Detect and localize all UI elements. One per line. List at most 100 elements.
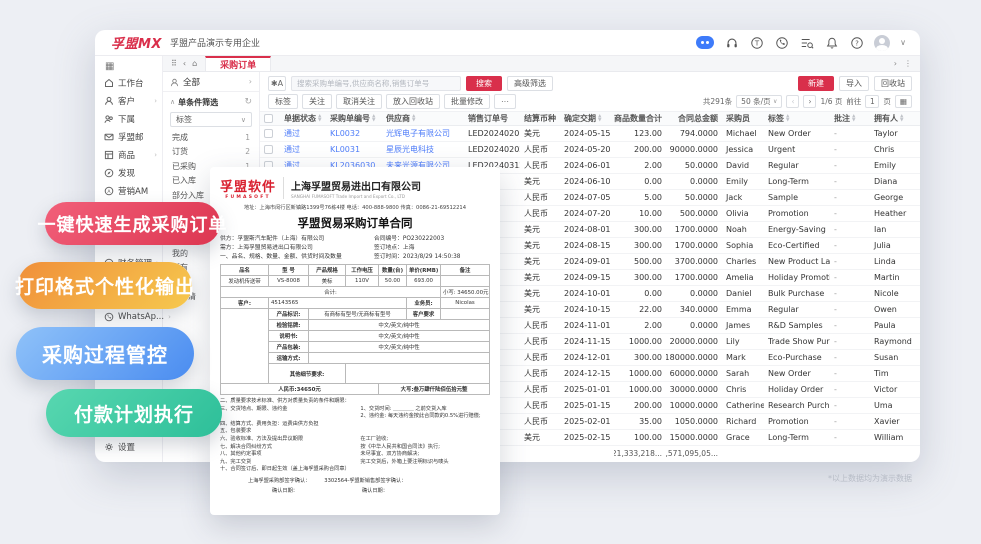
column-header[interactable]: 确定交期 ▲ ▼	[560, 113, 614, 124]
contract-clauses: 二、质量要求技术标准、供方对质量负责的条件和期限： 三、交货地点、期限、违约金 1、…	[220, 398, 490, 474]
cell-value[interactable]: 光辉电子有限公司	[386, 128, 450, 139]
cell-value[interactable]: KL0031	[330, 145, 360, 154]
column-header[interactable]	[260, 114, 280, 123]
column-header-label: 销售订单号	[468, 114, 508, 123]
cell-value[interactable]: KL0032	[330, 129, 360, 138]
search-list-icon[interactable]	[799, 35, 814, 50]
import-button[interactable]: 导入	[839, 76, 869, 91]
tab-scroll-right-icon[interactable]: ›	[894, 59, 897, 68]
assistant-icon[interactable]	[696, 36, 715, 49]
back-icon[interactable]: ‹	[183, 59, 186, 68]
cell-value[interactable]: 通过	[284, 128, 300, 139]
scope-selector[interactable]: 全部 ›	[163, 72, 259, 92]
sort-icon[interactable]: ▲ ▼	[598, 114, 601, 122]
action-button[interactable]: 关注	[302, 94, 332, 109]
column-header[interactable]: 拥有人 ▲ ▼	[870, 113, 915, 124]
cell-buyer: Charles	[722, 257, 764, 266]
select-all-checkbox[interactable]	[264, 114, 273, 123]
home-icon[interactable]: ⌂	[192, 59, 197, 68]
sort-icon[interactable]: ▲ ▼	[318, 114, 321, 122]
filter-type-select[interactable]: 标签 ∨	[170, 112, 252, 127]
sort-icon[interactable]: ▲ ▼	[786, 114, 789, 122]
sort-icon[interactable]: ▲ ▼	[852, 114, 855, 122]
bell-icon[interactable]	[824, 35, 839, 50]
topbar-icons: T ? ∨	[696, 34, 906, 51]
sidebar-item-settings[interactable]: 设置	[95, 438, 162, 456]
sidebar-item-3[interactable]: 孚盟邮	[95, 128, 162, 146]
recycle-bin-button[interactable]: 回收站	[874, 76, 912, 91]
sidebar-item-4[interactable]: 商品 ›	[95, 146, 162, 164]
column-header[interactable]: 销售订单号	[464, 113, 520, 124]
sort-icon[interactable]: ▲ ▼	[412, 114, 415, 122]
action-button[interactable]: 标签	[268, 94, 298, 109]
cell-remark: -	[830, 225, 870, 234]
column-header[interactable]: 单据状态 ▲ ▼	[280, 113, 326, 124]
reset-filter-icon[interactable]: ↻	[244, 97, 252, 107]
column-settings-icon[interactable]: ▦	[894, 95, 912, 108]
cell-value[interactable]: 通过	[284, 144, 300, 155]
whatsapp-icon[interactable]	[774, 35, 789, 50]
headset-icon[interactable]	[724, 35, 739, 50]
row-checkbox[interactable]	[264, 129, 273, 138]
action-button[interactable]: 取消关注	[336, 94, 382, 109]
cell-value: 2024-11-01	[564, 321, 611, 330]
action-button[interactable]: 批量修改	[444, 94, 490, 109]
sort-icon[interactable]: ▲ ▼	[900, 114, 903, 122]
search-input[interactable]: 搜索采购单编号,供应商名称,销售订单号	[291, 76, 461, 91]
column-header[interactable]: 批注 ▲ ▼	[830, 113, 870, 124]
filter-item-label: 部分入库	[172, 190, 204, 200]
tab-purchase-order[interactable]: 采购订单	[205, 56, 272, 71]
task-icon[interactable]: T	[749, 35, 764, 50]
filter-item[interactable]: 完成 1	[163, 130, 259, 145]
sidebar-item-13[interactable]: WhatsAp... ›	[95, 308, 171, 326]
filter-item[interactable]: 订货 2	[163, 145, 259, 160]
column-header[interactable]: 供应商 ▲ ▼	[382, 113, 464, 124]
table-row[interactable]: 通过 KL0032 光辉电子有限公司 LED20240201 美元 2024-05-15 1…	[260, 126, 920, 142]
table-row[interactable]: 通过 KL0031 星辰光电科技 LED20240202 人民币 2024-05-20 20…	[260, 142, 920, 158]
page-size-select[interactable]: 50 条/页 ∨	[736, 95, 783, 108]
cell-value: 2024-09-01	[564, 257, 611, 266]
doc-sign-place: 签订地点：上海	[373, 245, 415, 251]
row-checkbox[interactable]	[264, 145, 273, 154]
action-button[interactable]: 放入回收站	[386, 94, 440, 109]
create-button[interactable]: 新建	[798, 76, 834, 91]
sidebar-item-6[interactable]: A 营销AM	[95, 182, 162, 200]
prev-page-button[interactable]: ‹	[786, 95, 800, 108]
column-header[interactable]: 合同总金额	[666, 113, 722, 124]
sidebar-item-0[interactable]: 工作台	[95, 74, 162, 92]
cell-date: 2024-06-10	[560, 177, 614, 186]
saved-filter-icon[interactable]: ✱A	[268, 76, 286, 91]
cell-tag: Long-Term	[764, 433, 830, 442]
apps-grid-icon[interactable]: ⠿	[171, 59, 177, 68]
advanced-filter-button[interactable]: 高级筛选	[507, 76, 553, 91]
cell-remark: -	[830, 177, 870, 186]
sidebar-item-label: 设置	[118, 443, 136, 453]
doc-company-name: 上海孚盟贸易进出口有限公司	[291, 181, 422, 193]
cell-qty: 200.00	[614, 401, 666, 410]
cell-value: 794.0000	[679, 129, 718, 138]
sidebar-item-2[interactable]: 下属	[95, 110, 162, 128]
column-header[interactable]: 采购员	[722, 113, 764, 124]
goto-page-input[interactable]: 1	[865, 95, 880, 108]
cell-value: 20000.0000	[669, 337, 718, 346]
column-header[interactable]: 采购单编号 ▲ ▼	[326, 113, 382, 124]
column-header[interactable]: 标签 ▲ ▼	[764, 113, 830, 124]
user-avatar[interactable]	[874, 34, 891, 51]
column-header[interactable]: 商品数量合计	[614, 113, 666, 124]
column-header-label: 批注	[834, 114, 850, 123]
chevron-down-icon[interactable]: ∨	[900, 38, 906, 47]
help-icon[interactable]: ?	[849, 35, 864, 50]
next-page-button[interactable]: ›	[803, 95, 817, 108]
sidebar-item-1[interactable]: 客户 ›	[95, 92, 162, 110]
tab-more-icon[interactable]: ⋮	[904, 59, 912, 68]
filter-section-header[interactable]: ∧ 单条件筛选 ↻	[163, 94, 259, 110]
column-header[interactable]: 结算币种	[520, 113, 560, 124]
sidebar-collapse-icon[interactable]: ▦	[95, 58, 162, 74]
cell-value: Amelia	[726, 273, 754, 282]
search-button[interactable]: 搜索	[466, 76, 502, 91]
cell-value[interactable]: 星辰光电科技	[386, 144, 434, 155]
cell-currency: 人民币	[520, 384, 560, 395]
sidebar-item-5[interactable]: 发现	[95, 164, 162, 182]
sort-icon[interactable]: ▲ ▼	[372, 114, 375, 122]
action-button[interactable]: ···	[494, 94, 516, 109]
